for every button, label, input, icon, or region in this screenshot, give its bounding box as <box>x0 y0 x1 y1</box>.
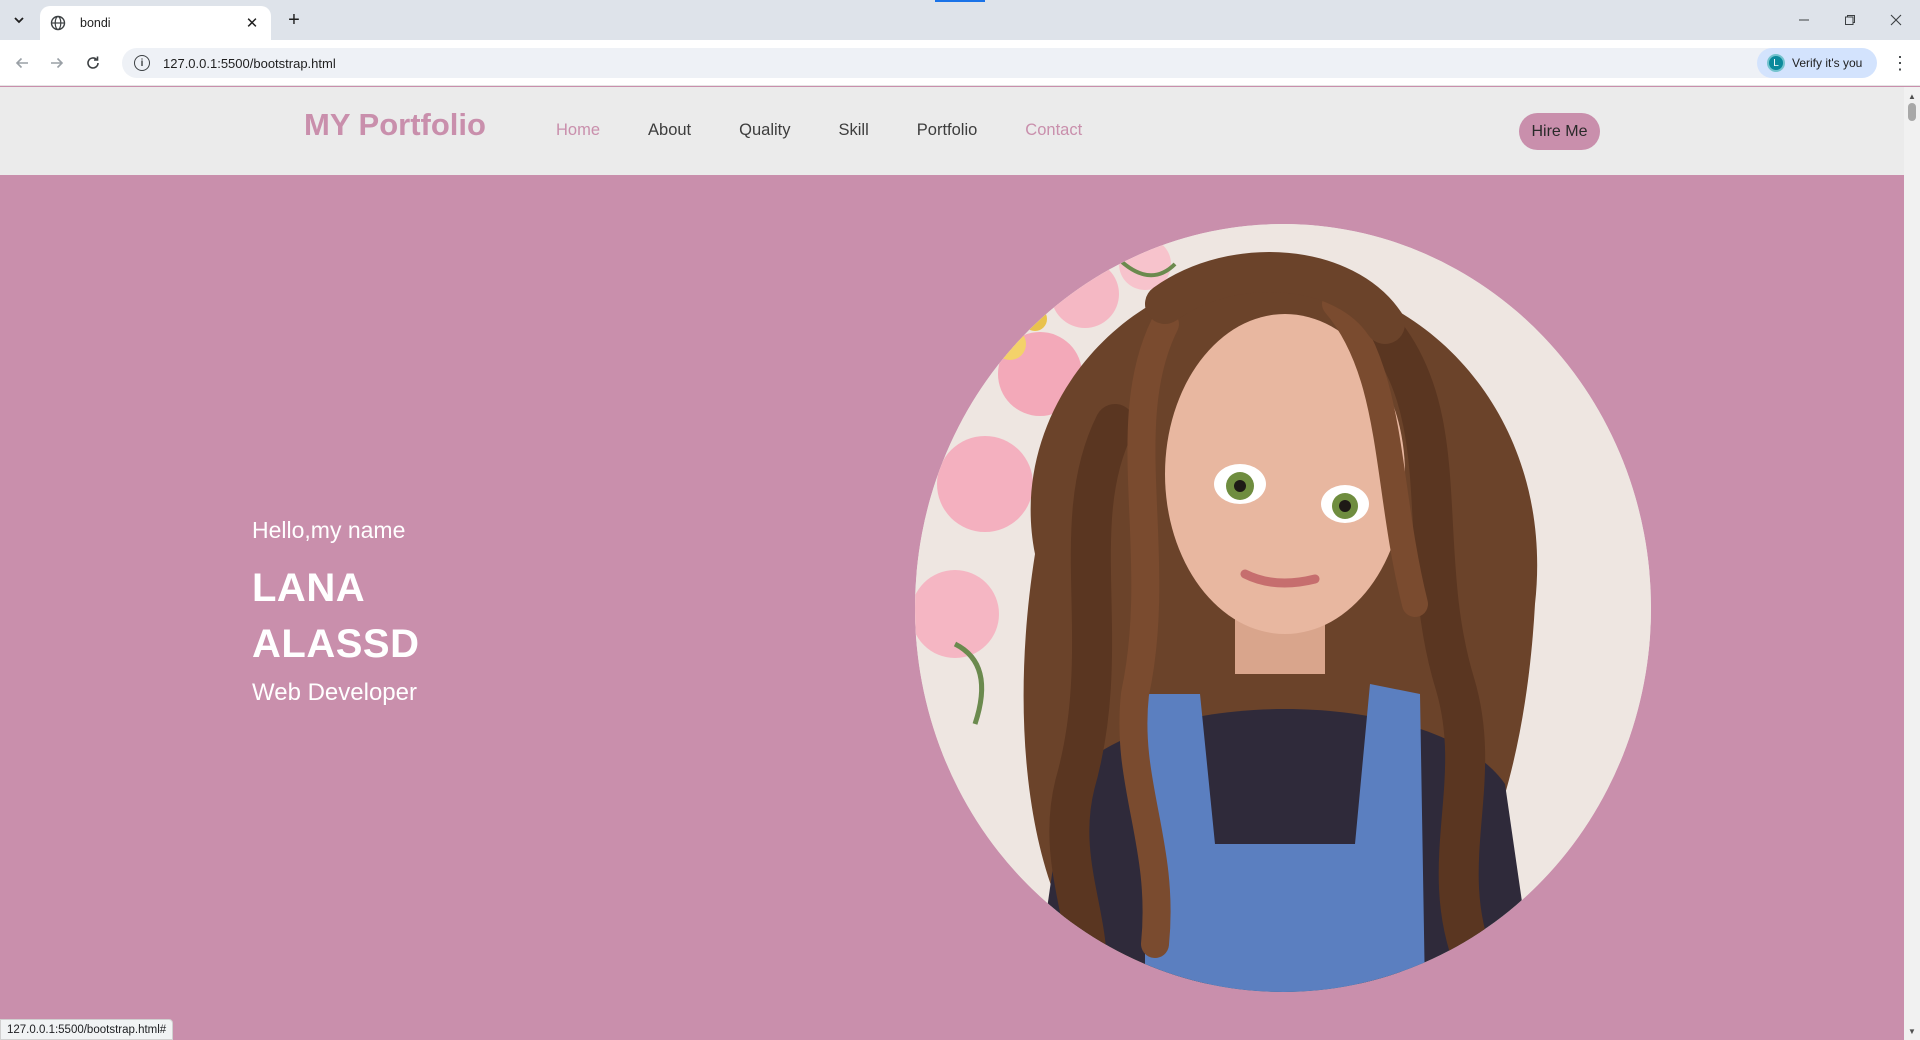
portrait-illustration <box>915 224 1651 992</box>
scroll-up-arrow-icon[interactable]: ▲ <box>1904 89 1920 103</box>
nav-link-home[interactable]: Home <box>556 121 600 140</box>
close-tab-icon[interactable]: ✕ <box>243 14 261 32</box>
hire-me-button[interactable]: Hire Me <box>1519 113 1600 150</box>
scroll-down-arrow-icon[interactable]: ▼ <box>1904 1024 1920 1038</box>
nav-link-contact[interactable]: Contact <box>1025 121 1082 140</box>
hero-last-name: ALASSD <box>252 622 420 666</box>
site-navbar: MY Portfolio Home About Quality Skill Po… <box>0 87 1904 175</box>
tab-search-chevron-icon[interactable] <box>6 8 32 32</box>
nav-links: Home About Quality Skill Portfolio Conta… <box>556 121 1130 140</box>
profile-verify-button[interactable]: L Verify it's you <box>1757 48 1877 78</box>
nav-link-portfolio[interactable]: Portfolio <box>917 121 978 140</box>
reload-icon[interactable] <box>79 49 107 77</box>
more-menu-icon[interactable]: ⋮ <box>1888 49 1912 77</box>
tab-title: bondi <box>80 16 111 30</box>
tab-strip: bondi ✕ + <box>0 0 1920 40</box>
scroll-thumb[interactable] <box>1908 103 1916 121</box>
page-viewport: MY Portfolio Home About Quality Skill Po… <box>0 87 1904 1040</box>
hero-greeting: Hello,my name <box>252 517 406 543</box>
browser-tab[interactable]: bondi ✕ <box>40 6 271 40</box>
nav-link-skill[interactable]: Skill <box>839 121 869 140</box>
minimize-icon[interactable] <box>1781 0 1827 40</box>
page-scrollbar[interactable]: ▲ ▼ <box>1904 87 1920 1040</box>
hero-portrait-image <box>915 224 1651 992</box>
status-url-bubble: 127.0.0.1:5500/bootstrap.html# <box>0 1019 174 1040</box>
site-info-icon[interactable]: i <box>134 55 150 71</box>
restore-icon[interactable] <box>1827 0 1873 40</box>
new-tab-button[interactable]: + <box>281 8 307 32</box>
url-text[interactable]: 127.0.0.1:5500/bootstrap.html <box>163 56 336 71</box>
forward-arrow-icon[interactable] <box>43 49 71 77</box>
profile-avatar: L <box>1767 54 1785 72</box>
profile-verify-label: Verify it's you <box>1792 56 1863 70</box>
back-arrow-icon[interactable] <box>8 49 36 77</box>
site-brand[interactable]: MY Portfolio <box>304 107 486 143</box>
hero-first-name: LANA <box>252 566 366 610</box>
nav-link-about[interactable]: About <box>648 121 691 140</box>
tabstrip-indicator <box>935 0 985 2</box>
close-window-icon[interactable] <box>1873 0 1919 40</box>
globe-icon <box>50 15 66 31</box>
browser-toolbar: i 127.0.0.1:5500/bootstrap.html ☆ L Veri… <box>0 40 1920 86</box>
nav-link-quality[interactable]: Quality <box>739 121 790 140</box>
hero-role: Web Developer <box>252 679 417 706</box>
address-bar[interactable]: i 127.0.0.1:5500/bootstrap.html ☆ <box>122 48 1782 78</box>
